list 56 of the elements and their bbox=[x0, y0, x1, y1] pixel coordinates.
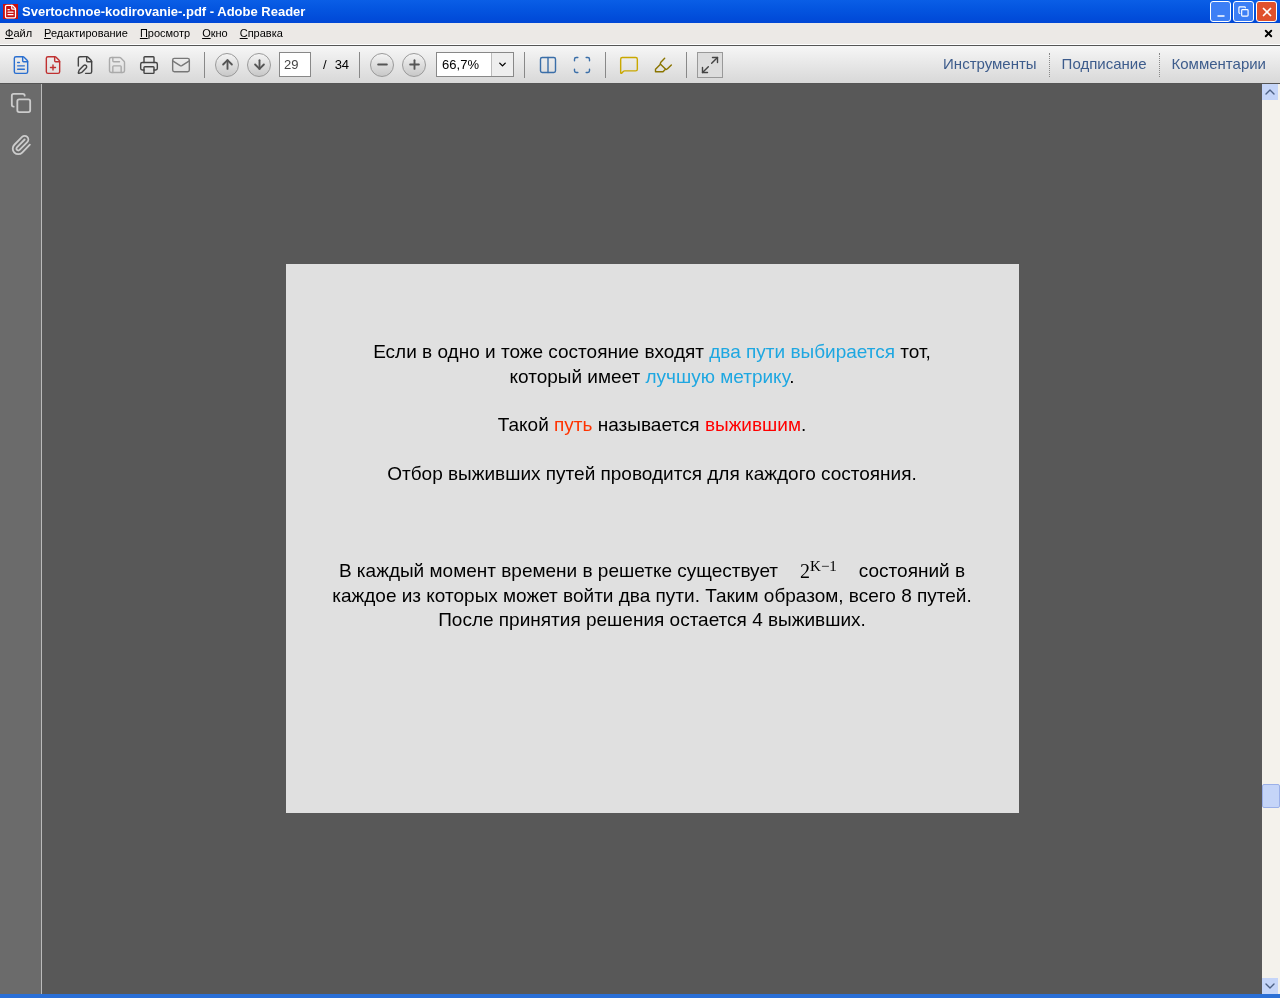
close-button[interactable] bbox=[1256, 1, 1277, 22]
previous-page-icon bbox=[219, 57, 235, 72]
scroll-thumb[interactable] bbox=[1262, 784, 1280, 808]
menu-item[interactable]: Файл bbox=[5, 25, 33, 42]
menu-item[interactable]: Окно bbox=[202, 25, 228, 42]
menu-item[interactable]: Редактирование bbox=[44, 25, 128, 42]
slide-text: каждое из которых может войти два пути. Таким образом, всего 8 путей. bbox=[332, 584, 972, 606]
fullscreen-icon bbox=[700, 54, 721, 75]
slide-text: тот, bbox=[899, 341, 931, 362]
highlighted-text: лучшую метрику bbox=[645, 365, 790, 387]
pages-icon[interactable] bbox=[9, 92, 32, 114]
menu-item[interactable]: Просмотр bbox=[139, 25, 191, 42]
zoom-in-icon bbox=[406, 57, 422, 72]
previous-page-button[interactable] bbox=[215, 52, 239, 77]
slide-text: состояний в bbox=[858, 560, 966, 581]
paperclip-icon[interactable] bbox=[9, 134, 32, 156]
close-document-icon[interactable] bbox=[1263, 28, 1274, 39]
slide-text: Если в одно и тоже состояние входят bbox=[373, 341, 705, 362]
panel-tab[interactable]: Подписание bbox=[1061, 53, 1147, 76]
zoom-out-button[interactable] bbox=[370, 52, 395, 77]
highlighted-text: выжившим bbox=[704, 414, 801, 435]
open-file-icon bbox=[11, 54, 31, 75]
slide-text: называется bbox=[596, 414, 701, 435]
panel-tab[interactable]: Комментарии bbox=[1171, 53, 1266, 76]
slide-text: . bbox=[789, 365, 795, 387]
zoom-in-button[interactable] bbox=[402, 52, 427, 77]
edit-document-icon bbox=[75, 54, 95, 75]
caret-icon bbox=[497, 59, 509, 70]
fullscreen-button[interactable] bbox=[697, 51, 724, 78]
print-icon bbox=[139, 54, 159, 75]
restore-icon bbox=[1238, 6, 1249, 17]
save-icon bbox=[107, 54, 127, 75]
slide-text: который имеет bbox=[509, 365, 642, 387]
next-page-button[interactable] bbox=[247, 52, 271, 77]
page-separator: / bbox=[323, 55, 327, 74]
scroll-down-icon[interactable] bbox=[1262, 978, 1278, 994]
slide-text: . bbox=[800, 414, 807, 435]
slide-text: После принятия решения остается 4 выживших. bbox=[438, 609, 866, 630]
next-page-icon bbox=[251, 57, 267, 72]
panel-tab[interactable]: Инструменты bbox=[943, 53, 1037, 76]
slide-text: В каждый момент времени в решетке существует bbox=[338, 560, 779, 581]
zoom-dropdown[interactable]: 66,7% bbox=[436, 52, 515, 77]
menu-item[interactable]: Справка bbox=[239, 25, 283, 42]
pdf-icon bbox=[3, 4, 18, 19]
highlighted-text: два пути выбирается bbox=[709, 341, 896, 362]
slide-text: Отбор выживших путей проводится для каждого состояния. bbox=[387, 462, 917, 484]
scroll-up-icon[interactable] bbox=[1262, 84, 1278, 100]
highlighted-text: путь bbox=[554, 414, 593, 435]
page-count: 34 bbox=[334, 55, 350, 74]
restore-button[interactable] bbox=[1233, 1, 1254, 22]
comment-icon bbox=[619, 54, 640, 75]
minimize-button[interactable] bbox=[1210, 1, 1231, 22]
slide-text: Такой bbox=[497, 414, 550, 435]
formula: 2$^{K−1}$ bbox=[800, 560, 837, 582]
window-title: Svertochnoe-kodirovanie-.pdf - Adobe Reader bbox=[22, 2, 307, 21]
page-number-field[interactable]: 29 bbox=[279, 52, 311, 77]
